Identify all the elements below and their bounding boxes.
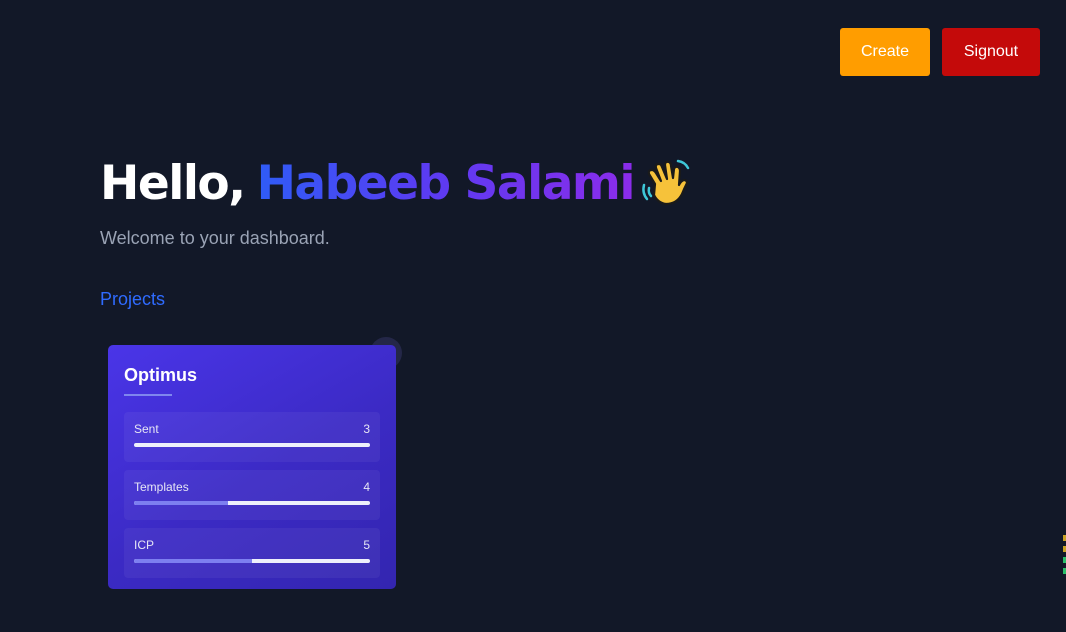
stat-icp: ICP 5 bbox=[124, 528, 380, 578]
stat-label: ICP bbox=[134, 538, 155, 552]
greeting-hello: Hello, bbox=[100, 155, 246, 211]
stat-templates: Templates 4 bbox=[124, 470, 380, 520]
stat-value: 4 bbox=[363, 480, 370, 494]
stat-progress-bar bbox=[134, 559, 370, 563]
projects-section-link[interactable]: Projects bbox=[100, 289, 165, 310]
stat-label: Templates bbox=[134, 480, 189, 494]
greeting-heading: Hello, Habeeb Salami bbox=[100, 155, 694, 211]
project-card[interactable]: Optimus Sent 3 Templates 4 ICP 5 bbox=[108, 345, 396, 589]
stat-progress-bar bbox=[134, 443, 370, 447]
dashboard-subtitle: Welcome to your dashboard. bbox=[100, 228, 330, 248]
title-underline bbox=[124, 394, 172, 396]
stat-label: Sent bbox=[134, 422, 159, 436]
stat-value: 3 bbox=[363, 422, 370, 436]
stat-progress-fill bbox=[134, 559, 252, 563]
stat-value: 5 bbox=[363, 538, 370, 552]
waving-hand-icon bbox=[642, 159, 690, 206]
signout-button[interactable]: Signout bbox=[942, 28, 1040, 76]
project-title: Optimus bbox=[124, 365, 198, 385]
stat-sent: Sent 3 bbox=[124, 412, 380, 462]
create-button[interactable]: Create bbox=[840, 28, 930, 76]
dashboard-page: Create Signout Hello, Habeeb Salami Welc… bbox=[0, 0, 1066, 632]
user-name: Habeeb Salami bbox=[256, 155, 636, 211]
project-stats: Sent 3 Templates 4 ICP 5 bbox=[124, 412, 380, 578]
header-actions: Create Signout bbox=[840, 28, 1040, 76]
stat-progress-fill bbox=[134, 501, 229, 505]
stat-progress-bar bbox=[134, 501, 370, 505]
